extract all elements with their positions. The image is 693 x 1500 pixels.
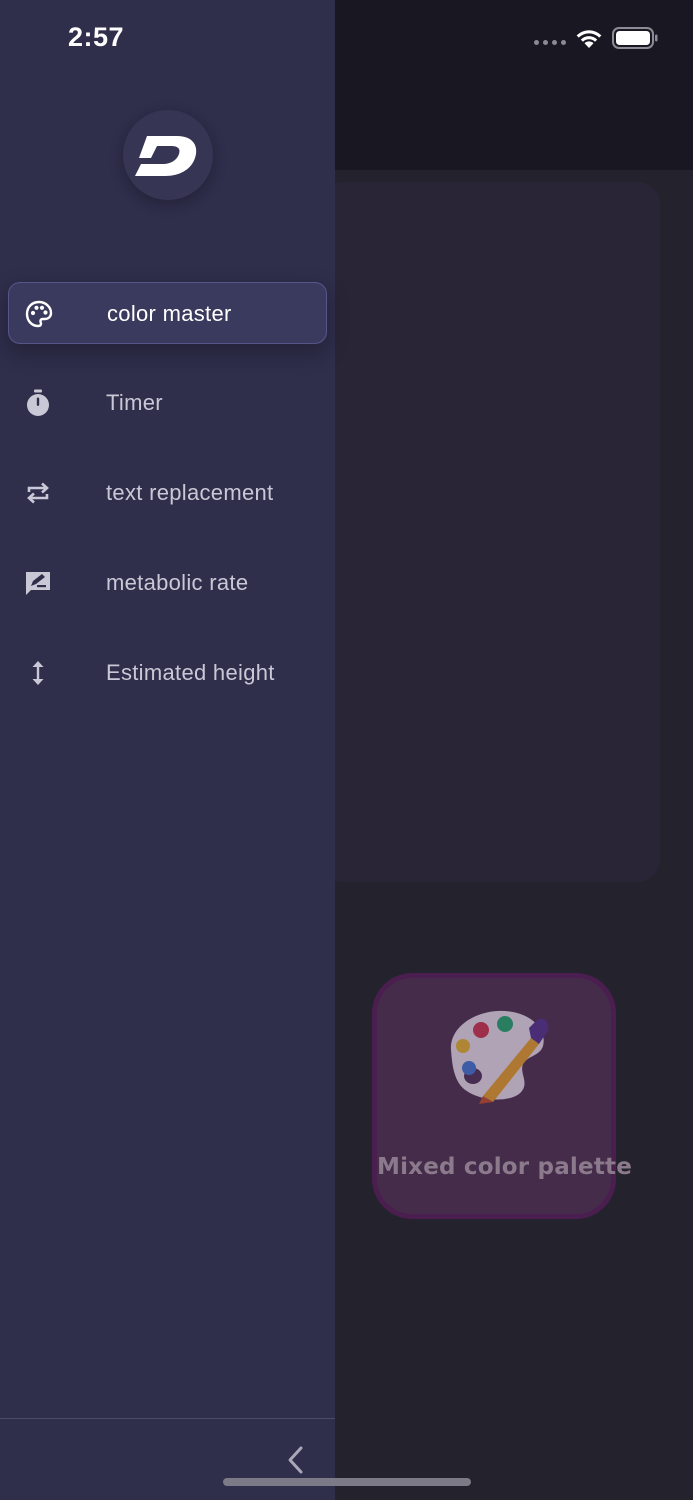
menu-item-label: Estimated height	[106, 660, 275, 685]
wifi-icon	[576, 30, 602, 48]
stopwatch-icon	[22, 387, 54, 419]
tile-label: Mixed color palette	[377, 1154, 633, 1180]
status-bar: 2:57	[0, 0, 693, 80]
edit-chart-icon	[22, 567, 54, 599]
battery-icon	[612, 27, 658, 49]
mixed-color-palette-tile[interactable]: Mixed color palette	[372, 973, 633, 1219]
menu-item-timer[interactable]: Timer	[8, 372, 327, 434]
menu-item-estimated-height[interactable]: Estimated height	[8, 642, 327, 704]
logo-d-icon	[135, 136, 197, 176]
palette-icon	[23, 298, 55, 330]
status-time: 2:57	[68, 22, 125, 52]
repeat-icon	[22, 477, 54, 509]
collapse-drawer-button[interactable]	[278, 1440, 312, 1480]
menu-item-metabolic-rate[interactable]: metabolic rate	[8, 552, 327, 614]
menu-item-label: color master	[107, 301, 232, 326]
menu-item-label: Timer	[106, 390, 163, 415]
menu-item-label: metabolic rate	[106, 570, 249, 595]
menu-item-text-replacement[interactable]: text replacement	[8, 462, 327, 524]
content-card	[318, 182, 660, 882]
signal-dots-icon	[534, 40, 566, 45]
home-indicator[interactable]	[223, 1478, 471, 1486]
menu-item-label: text replacement	[106, 480, 274, 505]
vertical-arrows-icon	[22, 657, 54, 689]
chevron-left-icon	[288, 1446, 303, 1474]
drawer-divider	[0, 1418, 335, 1419]
app-logo	[123, 110, 213, 200]
artist-palette-icon	[450, 1010, 549, 1104]
navigation-drawer: color master Timer text replacement meta…	[0, 0, 335, 1500]
menu-item-color-master[interactable]: color master	[8, 282, 327, 344]
